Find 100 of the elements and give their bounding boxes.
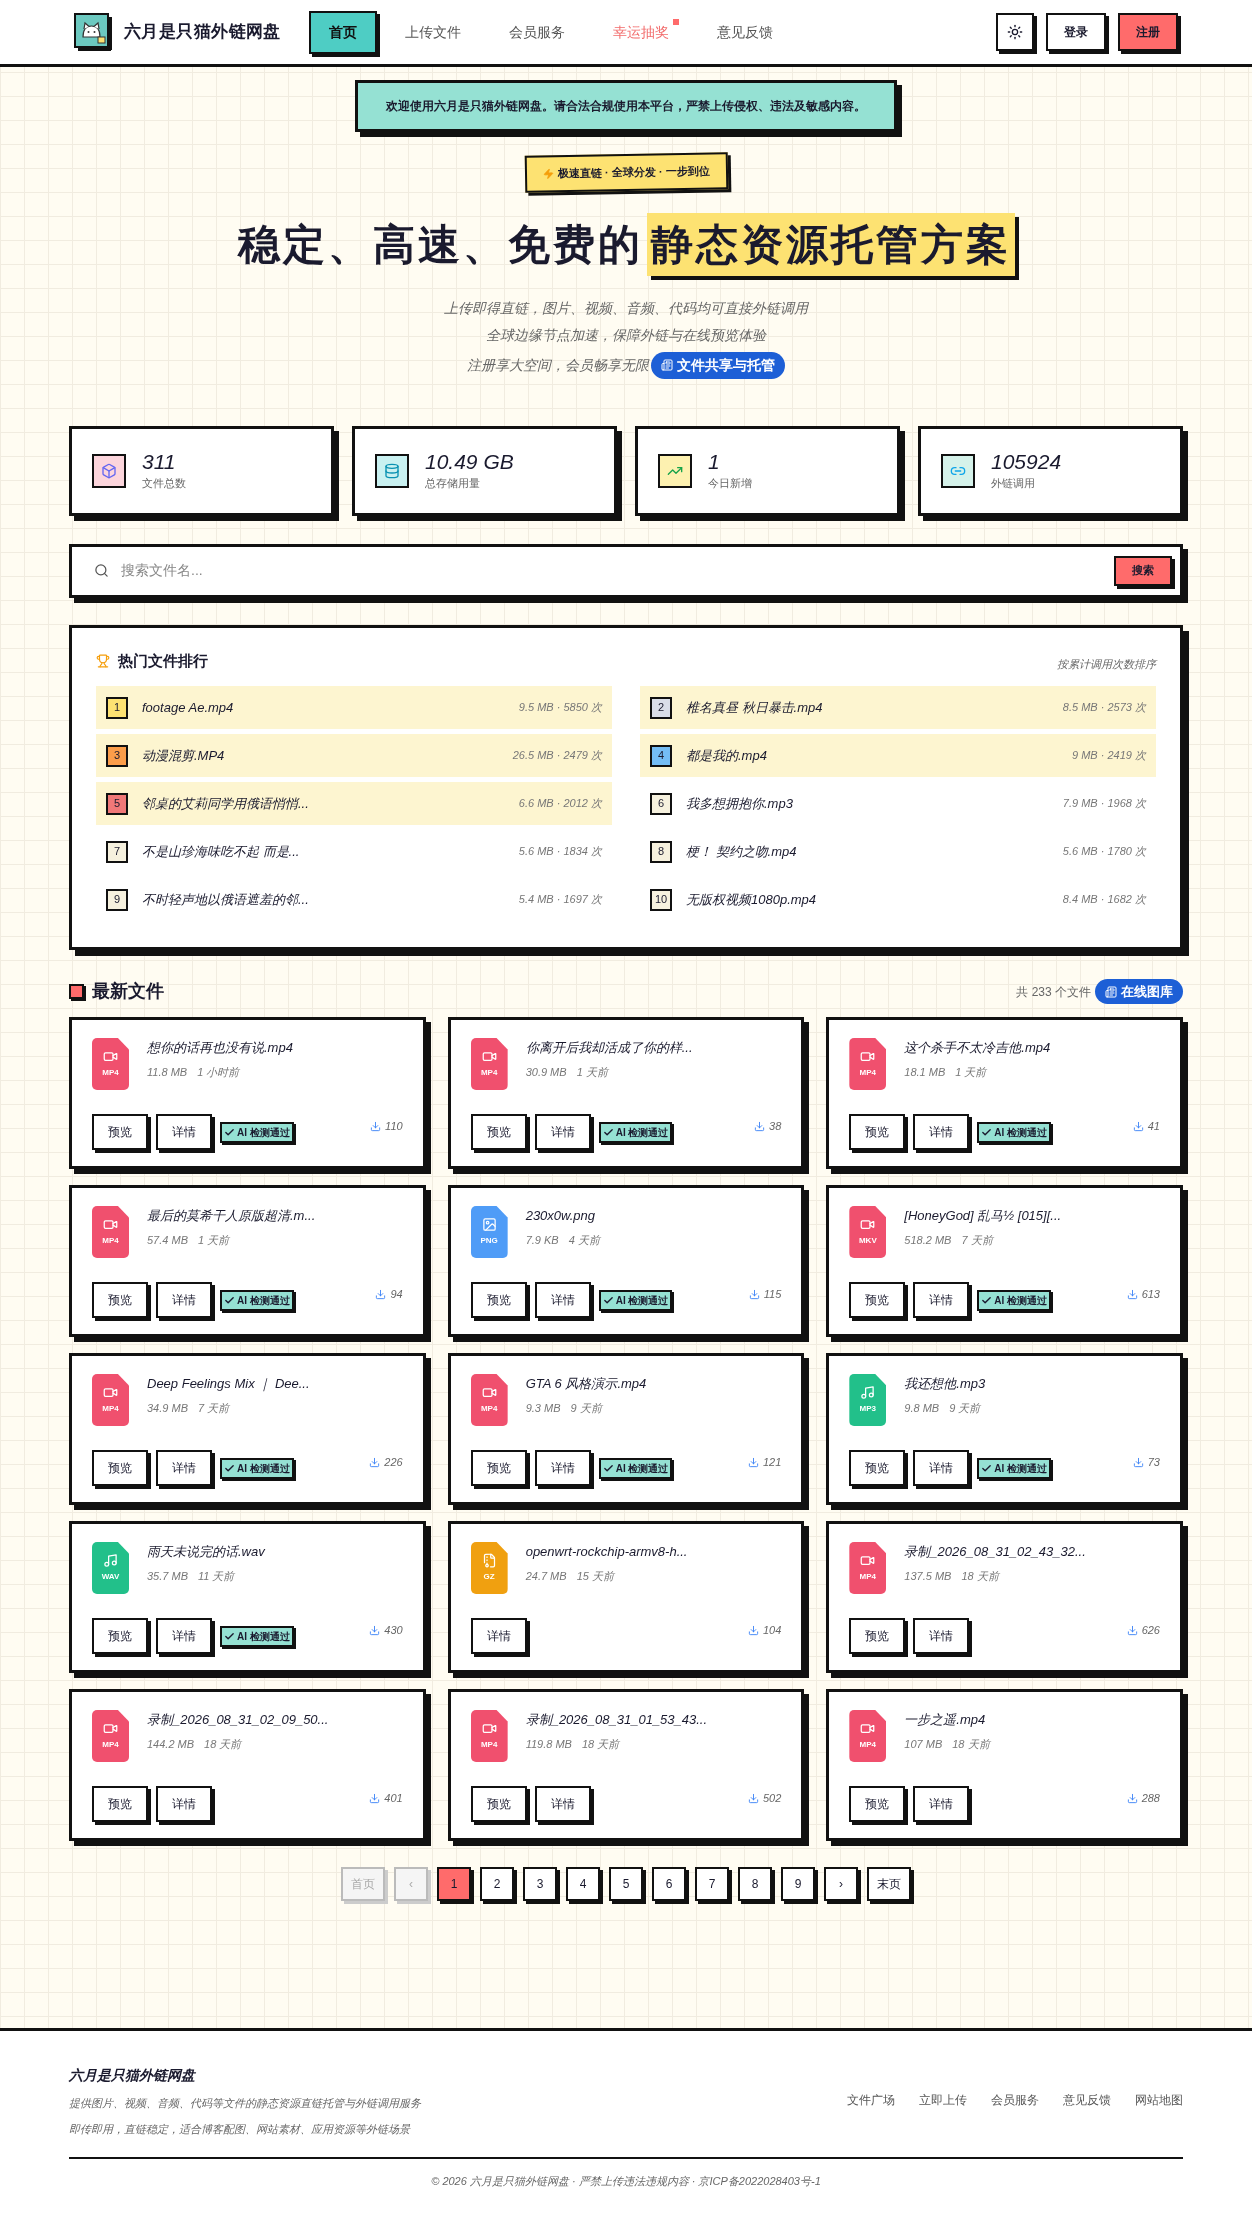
file-extension: MP4 <box>859 1739 877 1751</box>
card-action-button[interactable]: 预览 <box>849 1618 906 1654</box>
download-icon <box>747 1792 759 1804</box>
upload-time: 1 天前 <box>197 1232 230 1248</box>
card-action-button[interactable]: 预览 <box>849 1282 906 1318</box>
download-icon <box>369 1456 381 1468</box>
file-extension: WAV <box>101 1571 120 1583</box>
file-extension: MP4 <box>102 1067 119 1079</box>
file-extension: MP4 <box>102 1739 119 1751</box>
file-name: 录制_2026_08_31_02_09_50... <box>147 1711 329 1729</box>
check-icon <box>224 1294 235 1306</box>
card-action-button[interactable]: 详情 <box>156 1450 212 1486</box>
download-count: 73 <box>1147 1455 1160 1470</box>
card-action-button[interactable]: 详情 <box>913 1786 970 1822</box>
file-size: 35.7 MB <box>147 1568 188 1584</box>
card-action-button[interactable]: 详情 <box>156 1282 212 1318</box>
card-action-button[interactable]: 详情 <box>470 1618 527 1654</box>
file-size: 144.2 MB <box>147 1736 195 1752</box>
card-icon <box>1105 985 1117 998</box>
nav-link[interactable]: 会员服务 <box>488 10 585 54</box>
card-action-button[interactable]: 预览 <box>92 1618 148 1654</box>
file-sharing-pill-link[interactable]: 文件共享与托管 <box>651 351 785 379</box>
card-action-button[interactable]: 详情 <box>913 1618 970 1654</box>
pagination-button[interactable]: › <box>824 1867 858 1901</box>
pagination-button[interactable]: 4 <box>566 1867 600 1901</box>
card-action-button[interactable]: 预览 <box>92 1114 148 1150</box>
pagination-button[interactable]: 5 <box>609 1867 643 1901</box>
hot-file-name: 梗！ 契约之吻.mp4 <box>686 842 797 861</box>
footer-link[interactable]: 会员服务 <box>991 2091 1039 2109</box>
card-action-button[interactable]: 详情 <box>534 1114 591 1150</box>
download-count: 110 <box>385 1119 403 1134</box>
card-action-button[interactable]: 预览 <box>470 1450 527 1486</box>
theme-toggle-button[interactable] <box>996 13 1034 51</box>
check-icon <box>602 1126 614 1138</box>
card-action-button[interactable]: 详情 <box>534 1282 591 1318</box>
stat-label: 总存储用量 <box>425 476 481 492</box>
footer-link[interactable]: 网站地图 <box>1135 2091 1183 2109</box>
upload-time: 1 小时前 <box>197 1064 240 1080</box>
download-count: 288 <box>1141 1791 1160 1806</box>
rank-number: 2 <box>650 696 672 719</box>
hot-file-row[interactable]: 5 邻桌的艾莉同学用俄语悄悄... 6.6 MB · 2012 次 <box>96 782 612 825</box>
hero-subtitle: 全球边缘节点加速，保障外链与在线预览体验 <box>486 325 766 345</box>
download-icon <box>370 1120 382 1132</box>
card-action-button[interactable]: 详情 <box>534 1450 591 1486</box>
card-action-button[interactable]: 预览 <box>92 1282 148 1318</box>
hot-file-row[interactable]: 1 footage Ae.mp4 9.5 MB · 5850 次 <box>96 686 612 729</box>
hot-file-name: 无版权视频1080p.mp4 <box>686 890 817 909</box>
card-action-button[interactable]: 详情 <box>156 1618 212 1654</box>
file-extension: PNG <box>480 1235 498 1247</box>
card-action-button[interactable]: 预览 <box>92 1450 148 1486</box>
file-extension: MP4 <box>102 1235 119 1247</box>
card-action-button[interactable]: 预览 <box>849 1786 906 1822</box>
card-action-button[interactable]: 详情 <box>156 1114 212 1150</box>
card-action-button[interactable]: 预览 <box>92 1786 148 1822</box>
video-camera-icon <box>103 1721 118 1736</box>
nav-link[interactable]: 意见反馈 <box>696 10 793 54</box>
pagination-button[interactable]: 8 <box>738 1867 772 1901</box>
register-button[interactable]: 注册 <box>1118 13 1178 51</box>
file-extension: MP4 <box>480 1403 498 1415</box>
hot-file-row[interactable]: 4 都是我的.mp4 9 MB · 2419 次 <box>640 734 1156 777</box>
card-action-button[interactable]: 预览 <box>470 1786 527 1822</box>
nav-link[interactable]: 上传文件 <box>384 10 481 54</box>
pagination-button[interactable]: 2 <box>480 1867 514 1901</box>
hot-file-name: 我多想拥抱你.mp3 <box>686 794 793 813</box>
pagination-button[interactable]: 9 <box>781 1867 815 1901</box>
card-action-button[interactable]: 详情 <box>156 1786 212 1822</box>
download-count: 613 <box>1141 1287 1160 1302</box>
check-icon <box>224 1462 235 1474</box>
hot-file-row[interactable]: 2 椎名真昼 秋日暴击.mp4 8.5 MB · 2573 次 <box>640 686 1156 729</box>
footer-link[interactable]: 文件广场 <box>847 2091 895 2109</box>
pagination-button[interactable]: 末页 <box>867 1867 911 1901</box>
card-action-button[interactable]: 详情 <box>534 1786 591 1822</box>
nav-link[interactable]: 首页 <box>308 10 377 54</box>
pagination-button[interactable]: 7 <box>695 1867 729 1901</box>
card-action-button[interactable]: 预览 <box>470 1114 527 1150</box>
hot-file-row[interactable]: 3 动漫混剪.MP4 26.5 MB · 2479 次 <box>96 734 612 777</box>
video-camera-icon <box>481 1721 497 1736</box>
download-icon <box>1132 1120 1144 1132</box>
pagination-button[interactable]: 6 <box>652 1867 686 1901</box>
login-button[interactable]: 登录 <box>1046 13 1106 51</box>
pagination-button[interactable]: 3 <box>523 1867 557 1901</box>
download-icon <box>369 1624 381 1636</box>
gallery-pill-link[interactable]: 在线图库 <box>1095 978 1183 1005</box>
footer-link[interactable]: 立即上传 <box>919 2091 967 2109</box>
card-action-button[interactable]: 预览 <box>470 1282 527 1318</box>
card-action-button[interactable]: 详情 <box>913 1282 970 1318</box>
ai-check-label: AI 检测通过 <box>237 1461 290 1476</box>
card-action-button[interactable]: 预览 <box>849 1114 906 1150</box>
pagination-button[interactable]: 1 <box>437 1867 471 1901</box>
file-size: 18.1 MB <box>904 1064 946 1080</box>
footer-link[interactable]: 意见反馈 <box>1063 2091 1111 2109</box>
search-button[interactable]: 搜索 <box>1114 555 1172 586</box>
file-name: GTA 6 风格演示.mp4 <box>525 1375 647 1393</box>
site-title: 六月是只猫外链网盘 <box>124 21 281 44</box>
card-action-button[interactable]: 详情 <box>913 1114 970 1150</box>
card-action-button[interactable]: 详情 <box>913 1450 970 1486</box>
card-action-button[interactable]: 预览 <box>849 1450 906 1486</box>
file-count: 共 233 个文件 <box>1016 983 1091 1001</box>
ai-check-label: AI 检测通过 <box>994 1461 1048 1476</box>
download-count: 41 <box>1147 1119 1160 1134</box>
